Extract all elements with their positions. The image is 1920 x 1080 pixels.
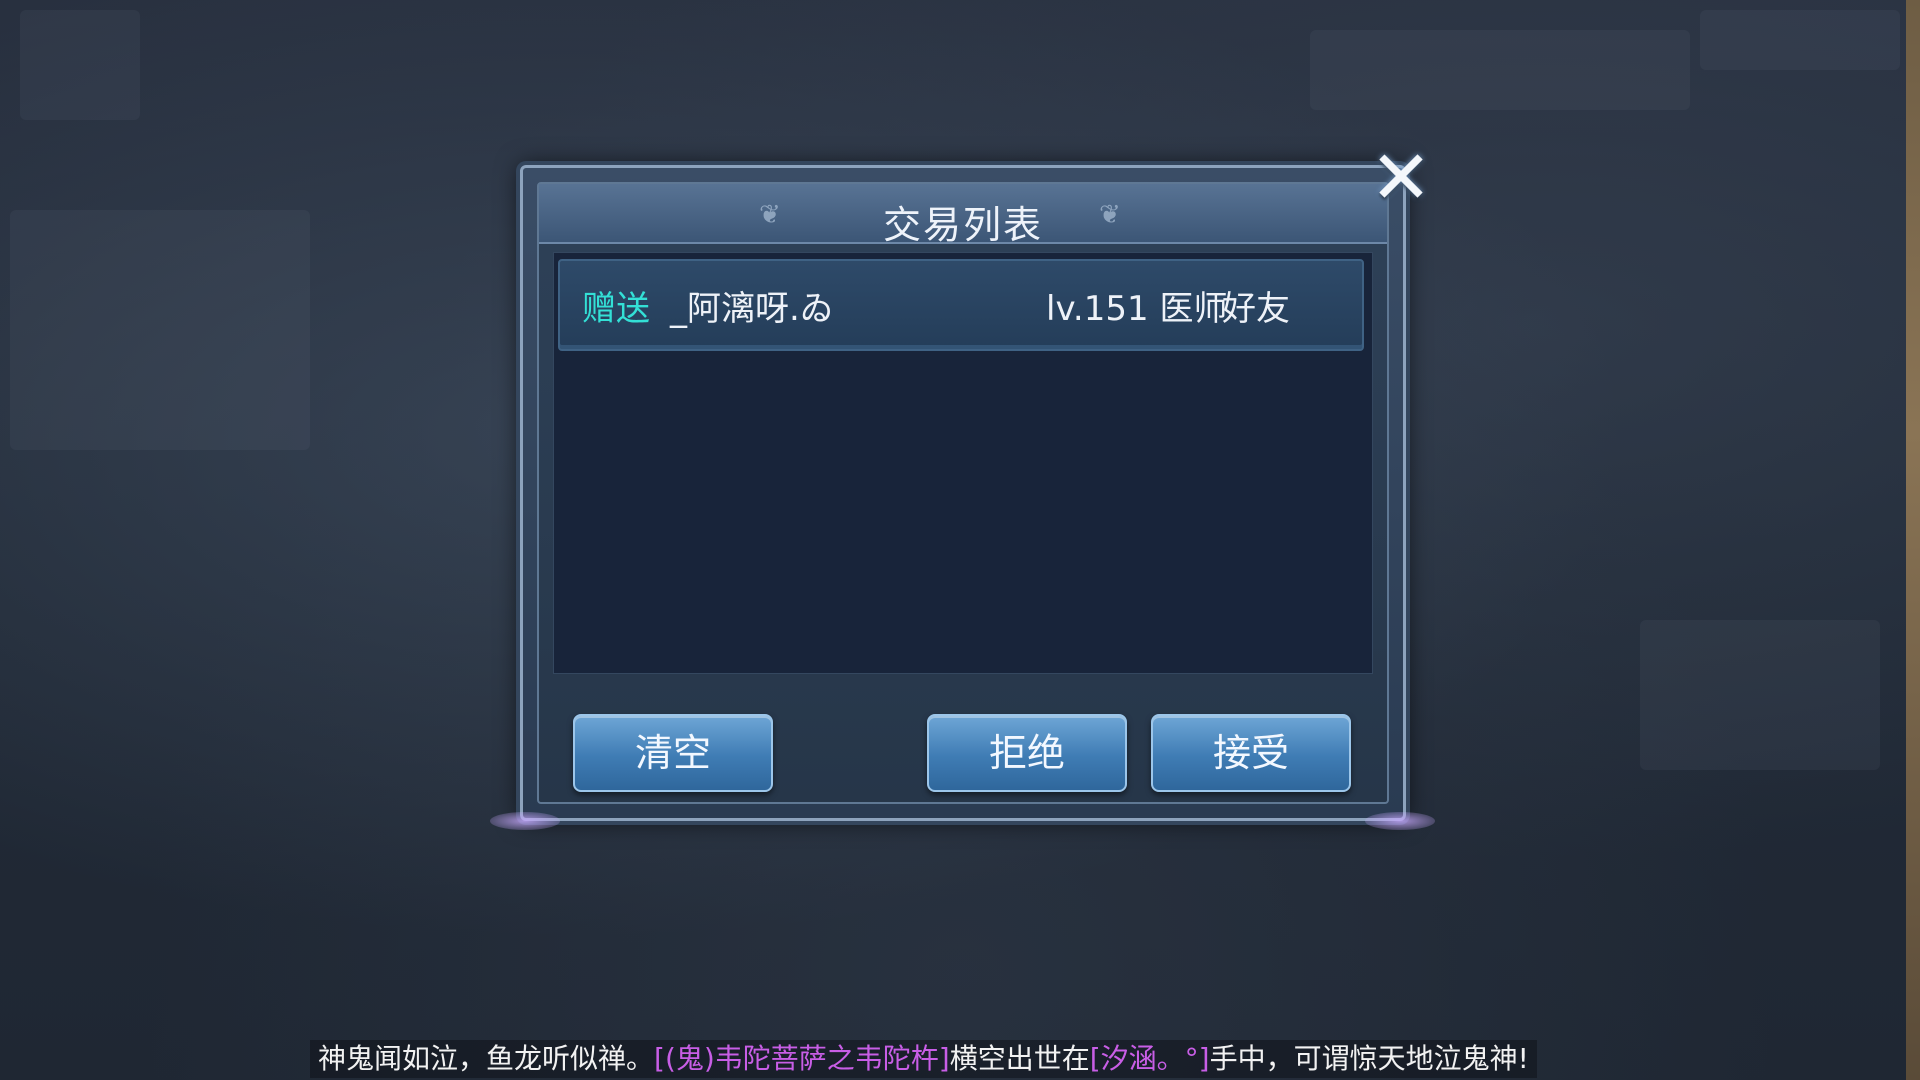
trade-type-label: 赠送 (582, 289, 650, 329)
broadcast-text-2: 横空出世在 (949, 1042, 1090, 1075)
minimap-area (1700, 10, 1900, 70)
broadcast-item-link[interactable]: [(鬼)韦陀菩萨之韦陀杵] (654, 1042, 950, 1075)
trade-player-level-class: lv.151 医师 (1046, 289, 1228, 329)
top-right-menu (1310, 30, 1690, 110)
trade-list-dialog: ❦ 交易列表 ❦ 赠送 _阿漓呀.ゐ lv.151 医师 好友 清空 拒绝 接受 (520, 165, 1406, 821)
trade-list: 赠送 _阿漓呀.ゐ lv.151 医师 好友 (553, 252, 1373, 674)
broadcast-text-1: 神鬼闻如泣，鱼龙听似禅。 (318, 1042, 655, 1075)
dialog-title: 交易列表 (882, 203, 1043, 247)
left-glow-decoration (490, 812, 560, 830)
team-panel (10, 210, 310, 450)
system-broadcast-message: 神鬼闻如泣，鱼龙听似禅。[(鬼)韦陀菩萨之韦陀杵]横空出世在[汐涵。°]手中，可… (310, 1040, 1537, 1078)
accept-button[interactable]: 接受 (1151, 714, 1351, 792)
broadcast-player-link[interactable]: [汐涵。°] (1090, 1042, 1210, 1075)
right-glow-decoration (1365, 812, 1435, 830)
clear-button[interactable]: 清空 (573, 714, 773, 792)
reject-button[interactable]: 拒绝 (927, 714, 1127, 792)
dialog-title-bar: ❦ 交易列表 ❦ (539, 184, 1387, 247)
right-ornament-icon: ❦ (1099, 200, 1121, 230)
scene-edge (1906, 0, 1920, 1080)
trade-list-row[interactable]: 赠送 _阿漓呀.ゐ lv.151 医师 好友 (558, 259, 1364, 351)
broadcast-text-3: 手中，可谓惊天地泣鬼神! (1209, 1042, 1529, 1075)
close-icon[interactable]: ✕ (1370, 141, 1432, 215)
trade-player-name: _阿漓呀.ゐ (670, 289, 834, 329)
player-portrait-frame (20, 10, 140, 120)
dialog-inner-frame: ❦ 交易列表 ❦ 赠送 _阿漓呀.ゐ lv.151 医师 好友 清空 拒绝 接受 (537, 182, 1389, 804)
skill-area (1640, 620, 1880, 770)
trade-player-relation: 好友 (1222, 289, 1290, 329)
